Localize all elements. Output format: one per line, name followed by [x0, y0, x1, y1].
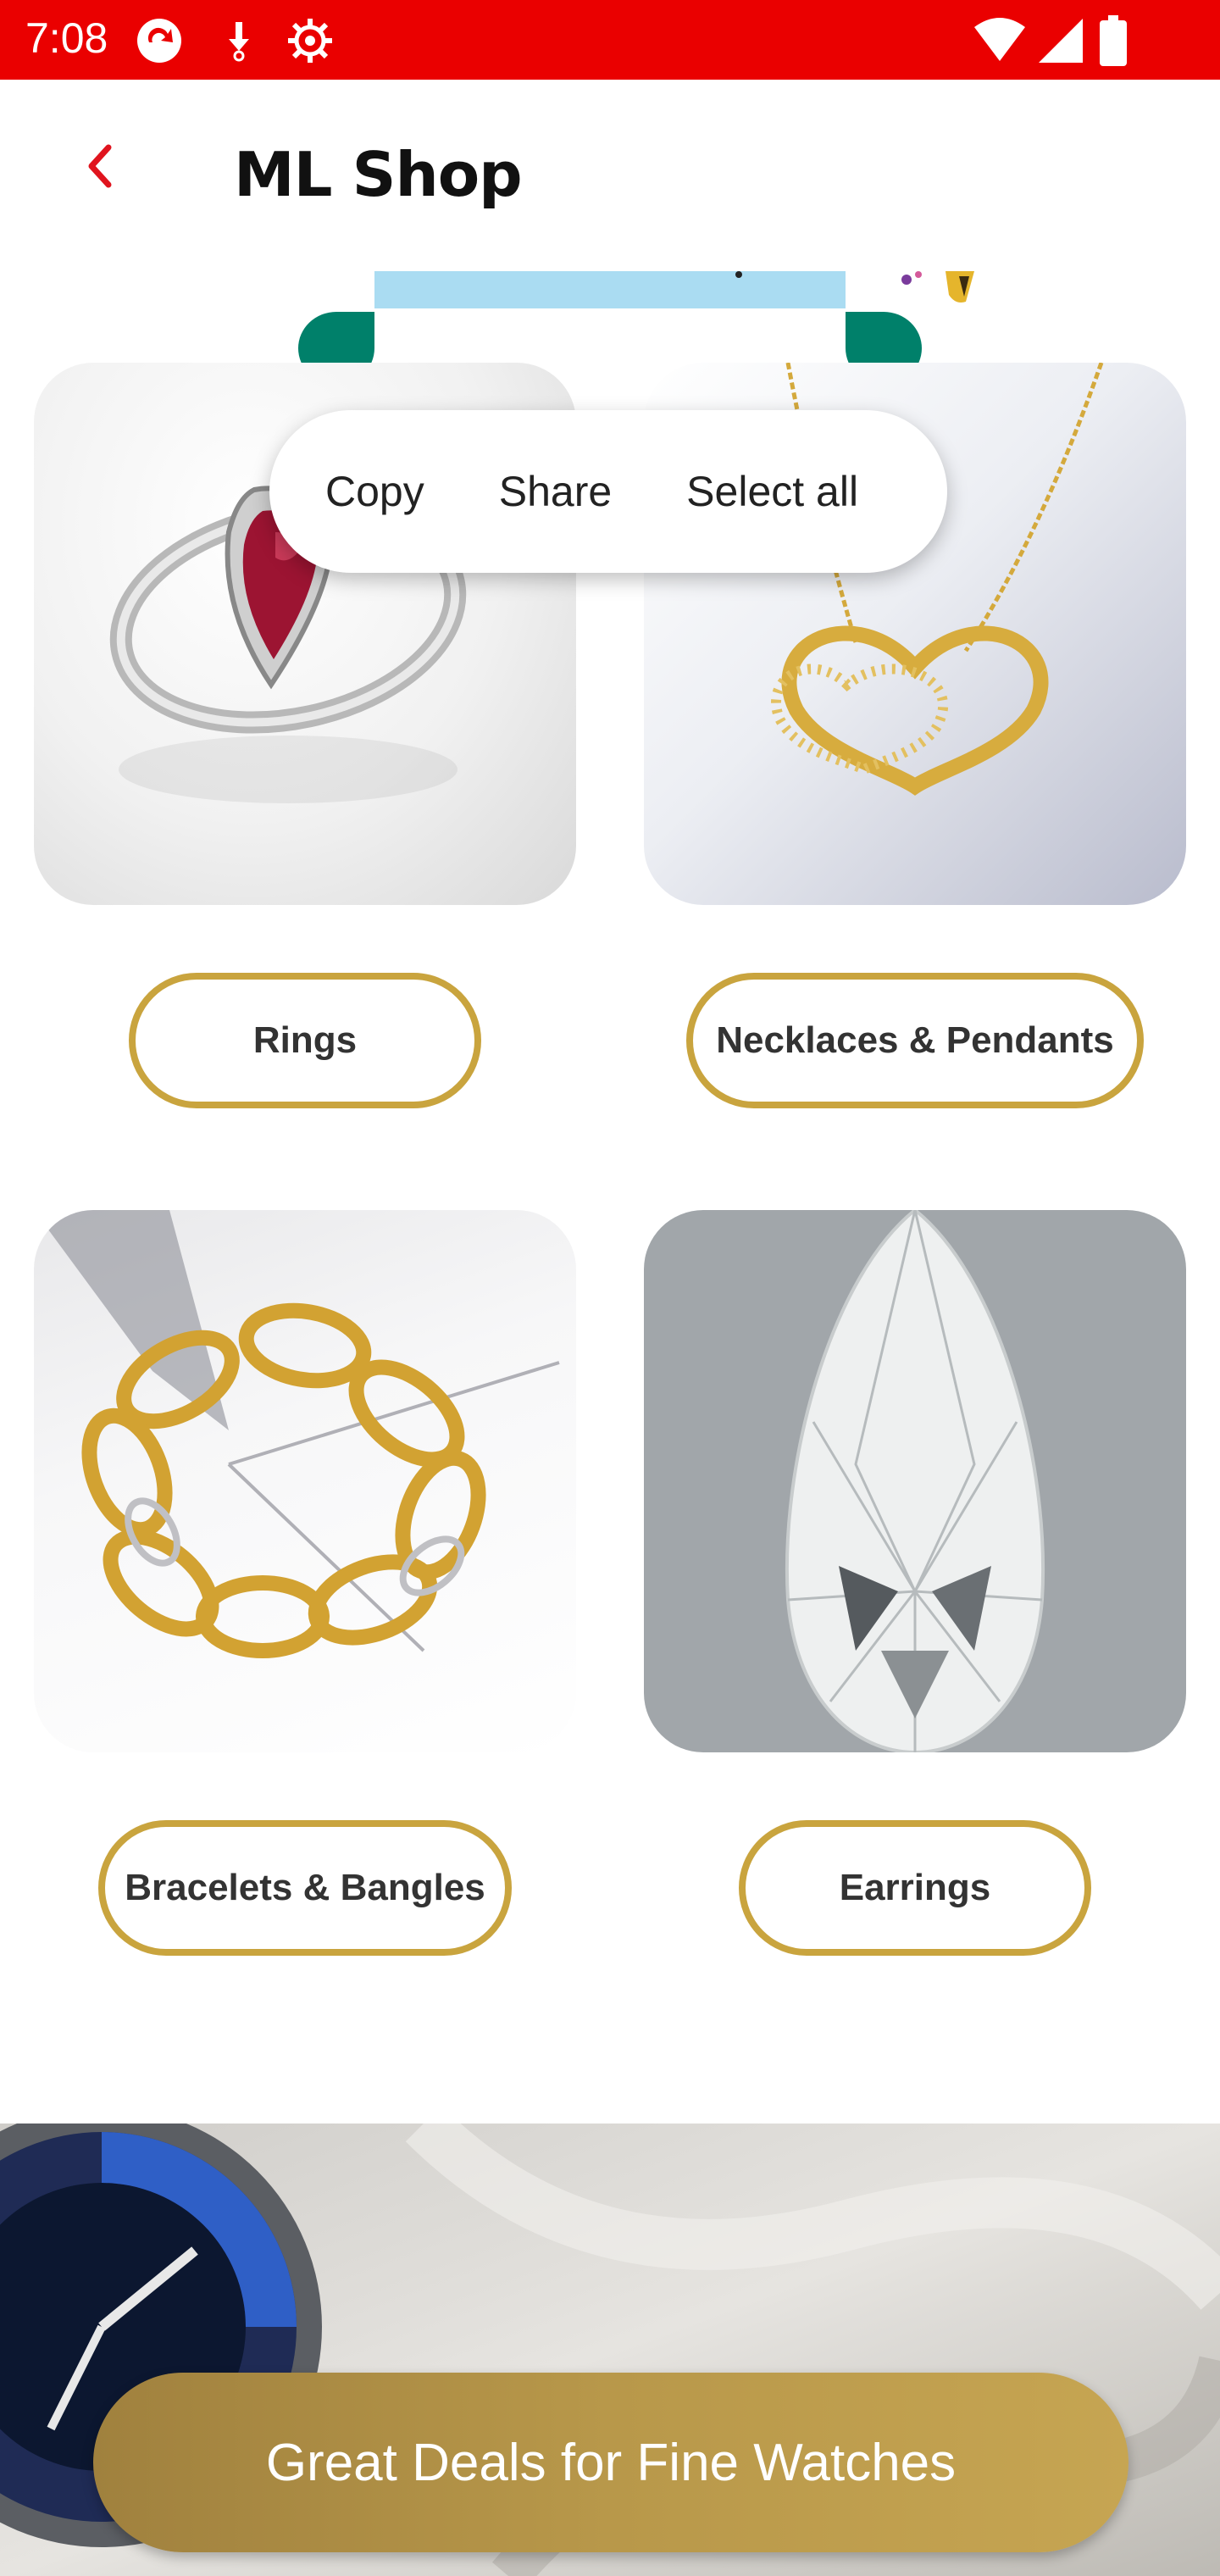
status-bar: 7:08: [0, 0, 1220, 80]
app-bar: ML Shop: [0, 80, 1220, 271]
great-deals-button[interactable]: Great Deals for Fine Watches: [93, 2373, 1128, 2552]
signal-icon: [1039, 19, 1083, 63]
back-button[interactable]: [66, 132, 134, 200]
gold-bracelet-image: [34, 1210, 560, 1658]
bracelets-image[interactable]: [34, 1210, 576, 1752]
battery-icon: [1100, 15, 1127, 66]
wifi-icon: [974, 18, 1025, 61]
select-all-menu-item[interactable]: Select all: [686, 467, 858, 516]
bracelets-button[interactable]: Bracelets & Bangles: [98, 1820, 512, 1956]
necklaces-button[interactable]: Necklaces & Pendants: [686, 973, 1144, 1108]
selected-text-fragment: [735, 271, 742, 278]
settings-icon: [288, 19, 332, 63]
text-selection-menu: Copy Share Select all: [269, 410, 947, 573]
selected-text-highlight: [374, 271, 846, 308]
sync-icon: [137, 19, 181, 63]
chevron-left-icon: [88, 144, 112, 188]
share-menu-item[interactable]: Share: [499, 467, 612, 516]
download-icon: [229, 22, 249, 62]
status-time: 7:08: [25, 14, 108, 62]
earrings-image[interactable]: [644, 1210, 1186, 1752]
earrings-button[interactable]: Earrings: [739, 1820, 1091, 1956]
copy-menu-item[interactable]: Copy: [325, 467, 424, 516]
page-title: ML Shop: [234, 139, 523, 210]
rings-button[interactable]: Rings: [129, 973, 481, 1108]
pear-diamond-image: [785, 1210, 1045, 1752]
banner-decoration-image: [901, 271, 974, 303]
